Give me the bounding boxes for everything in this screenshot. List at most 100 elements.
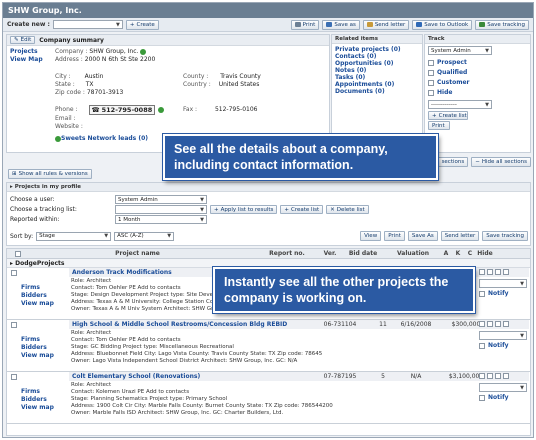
related-item[interactable]: Opportunities (0) [335,60,419,67]
project-checkbox[interactable] [11,270,17,276]
track-option-label: Qualified [437,69,468,76]
phone-label: Phone : [55,106,78,113]
hide-checkbox[interactable] [503,269,509,275]
save-tracking-button[interactable]: Save tracking [475,19,529,30]
related-item[interactable]: Contacts (0) [335,53,419,60]
notify-checkbox[interactable] [479,394,485,401]
hide-all-sections-button[interactable]: − Hide all sections [471,157,531,167]
flag-a-checkbox[interactable] [479,269,485,275]
project-firms-link[interactable]: Firms [21,336,54,344]
flag-k-checkbox[interactable] [487,321,493,327]
track-print-button[interactable]: Print [428,121,450,130]
related-item[interactable]: Documents (0) [335,88,419,95]
edit-button[interactable]: ✎ Edit [10,36,36,44]
create-list-button-2[interactable]: + Create list [280,205,324,214]
reported-within-label: Reported within: [10,216,60,223]
project-view-map-link[interactable]: View map [21,300,54,308]
track-user-select[interactable]: System Admin ▼ [428,46,492,55]
hide-checkbox[interactable] [503,321,509,327]
project-bidders-link[interactable]: Bidders [21,396,54,404]
projects-link[interactable]: Projects [10,48,43,56]
tracking-list-label: Choose a tracking list: [10,206,77,213]
view-button[interactable]: View [360,231,382,241]
project-view-map-link[interactable]: View map [21,352,54,360]
flag-c-checkbox[interactable] [495,373,501,379]
sort-order-select[interactable]: ASC (A-Z) ▼ [114,231,175,241]
projects-print-button[interactable]: Print [384,231,405,241]
related-item[interactable]: Appointments (0) [335,81,419,88]
projects-send-letter-button[interactable]: Send letter [440,231,480,241]
create-list-button[interactable]: + Create list [428,111,468,120]
project-track-select[interactable]: ▼ [479,383,527,392]
project-bid-date: N/A [410,373,422,380]
reported-within-select[interactable]: 1 Month ▼ [115,215,207,224]
notify-checkbox[interactable] [479,290,485,297]
flag-k-checkbox[interactable] [487,373,493,379]
phone-badge[interactable]: ☎ 512-795-0088 [88,105,156,115]
notify-option[interactable]: Notify [479,342,509,349]
notify-option[interactable]: Notify [479,394,509,401]
project-view-map-link[interactable]: View map [21,404,54,412]
track-option[interactable]: Qualified [428,68,527,78]
project-name-link[interactable]: Colt Elementary School (Renovations) [72,373,307,380]
flag-a-checkbox[interactable] [479,373,485,379]
project-track-select[interactable]: ▼ [479,279,527,288]
project-firms-link[interactable]: Firms [21,388,54,396]
save-outlook-button[interactable]: Save to Outlook [412,19,473,30]
notify-option[interactable]: Notify [479,290,509,297]
project-checkbox[interactable] [11,374,17,380]
project-bidders-link[interactable]: Bidders [21,292,54,300]
flag-c-checkbox[interactable] [495,321,501,327]
flag-k-checkbox[interactable] [487,269,493,275]
related-item[interactable]: Notes (0) [335,67,419,74]
project-flags [479,373,509,379]
project-detail-line: Stage: Planning Schematics Project type:… [71,396,228,402]
projects-save-as-button[interactable]: Save As [407,231,438,241]
view-map-link[interactable]: View Map [10,56,43,64]
flag-c-checkbox[interactable] [495,269,501,275]
project-checkbox[interactable] [11,322,17,328]
track-option-checkbox[interactable] [428,90,434,96]
track-option-checkbox[interactable] [428,60,434,66]
projects-profile-header: ▸ Projects in my profile [7,183,530,192]
related-item[interactable]: Tasks (0) [335,74,419,81]
project-firms-link[interactable]: Firms [21,284,54,292]
send-letter-button[interactable]: Send letter [362,19,410,30]
network-leads-link[interactable]: Sweets Network leads (0) [61,135,148,142]
call-icon[interactable] [158,107,165,113]
company-label: Company : [55,48,88,55]
notify-label: Notify [488,342,509,349]
create-new-select[interactable]: ▼ [52,20,123,29]
flag-a-checkbox[interactable] [479,321,485,327]
col-ver: Ver. [323,250,337,257]
sort-by-select[interactable]: Stage ▼ [36,231,112,241]
project-name-link[interactable]: High School & Middle School Restrooms/Co… [72,321,307,328]
project-track-select[interactable]: ▼ [479,331,527,340]
choose-user-select[interactable]: System Admin ▼ [115,195,207,204]
track-list-select[interactable]: ------------- ▼ [428,100,492,109]
show-all-rules-button[interactable]: ⊞ Show all rules & versions [8,169,92,179]
notify-checkbox[interactable] [479,342,485,349]
hide-checkbox[interactable] [503,373,509,379]
related-item[interactable]: Private projects (0) [335,46,419,53]
track-option[interactable]: Hide [428,88,527,98]
plus-icon: + [129,21,135,28]
track-option[interactable]: Customer [428,78,527,88]
print-button[interactable]: Print [290,19,320,30]
delete-list-button[interactable]: ✕ Delete list [326,205,369,214]
tracking-list-select[interactable]: ▼ [115,205,207,214]
col-c: C [467,250,473,257]
create-button[interactable]: + Create [125,19,159,30]
project-bidders-link[interactable]: Bidders [21,344,54,352]
projects-save-tracking-button[interactable]: Save tracking [482,231,528,241]
save-as-button[interactable]: Save as [322,19,360,30]
col-valuation: Valuation [396,250,430,257]
track-option-checkbox[interactable] [428,70,434,76]
track-option-checkbox[interactable] [428,80,434,86]
sections-button[interactable]: sections [437,157,469,167]
track-option[interactable]: Prospect [428,58,527,68]
apply-list-button[interactable]: + Apply list to results [210,205,278,214]
website-label: Website : [55,123,83,130]
track-option-label: Prospect [437,59,467,66]
fax-label: Fax : [183,106,198,113]
